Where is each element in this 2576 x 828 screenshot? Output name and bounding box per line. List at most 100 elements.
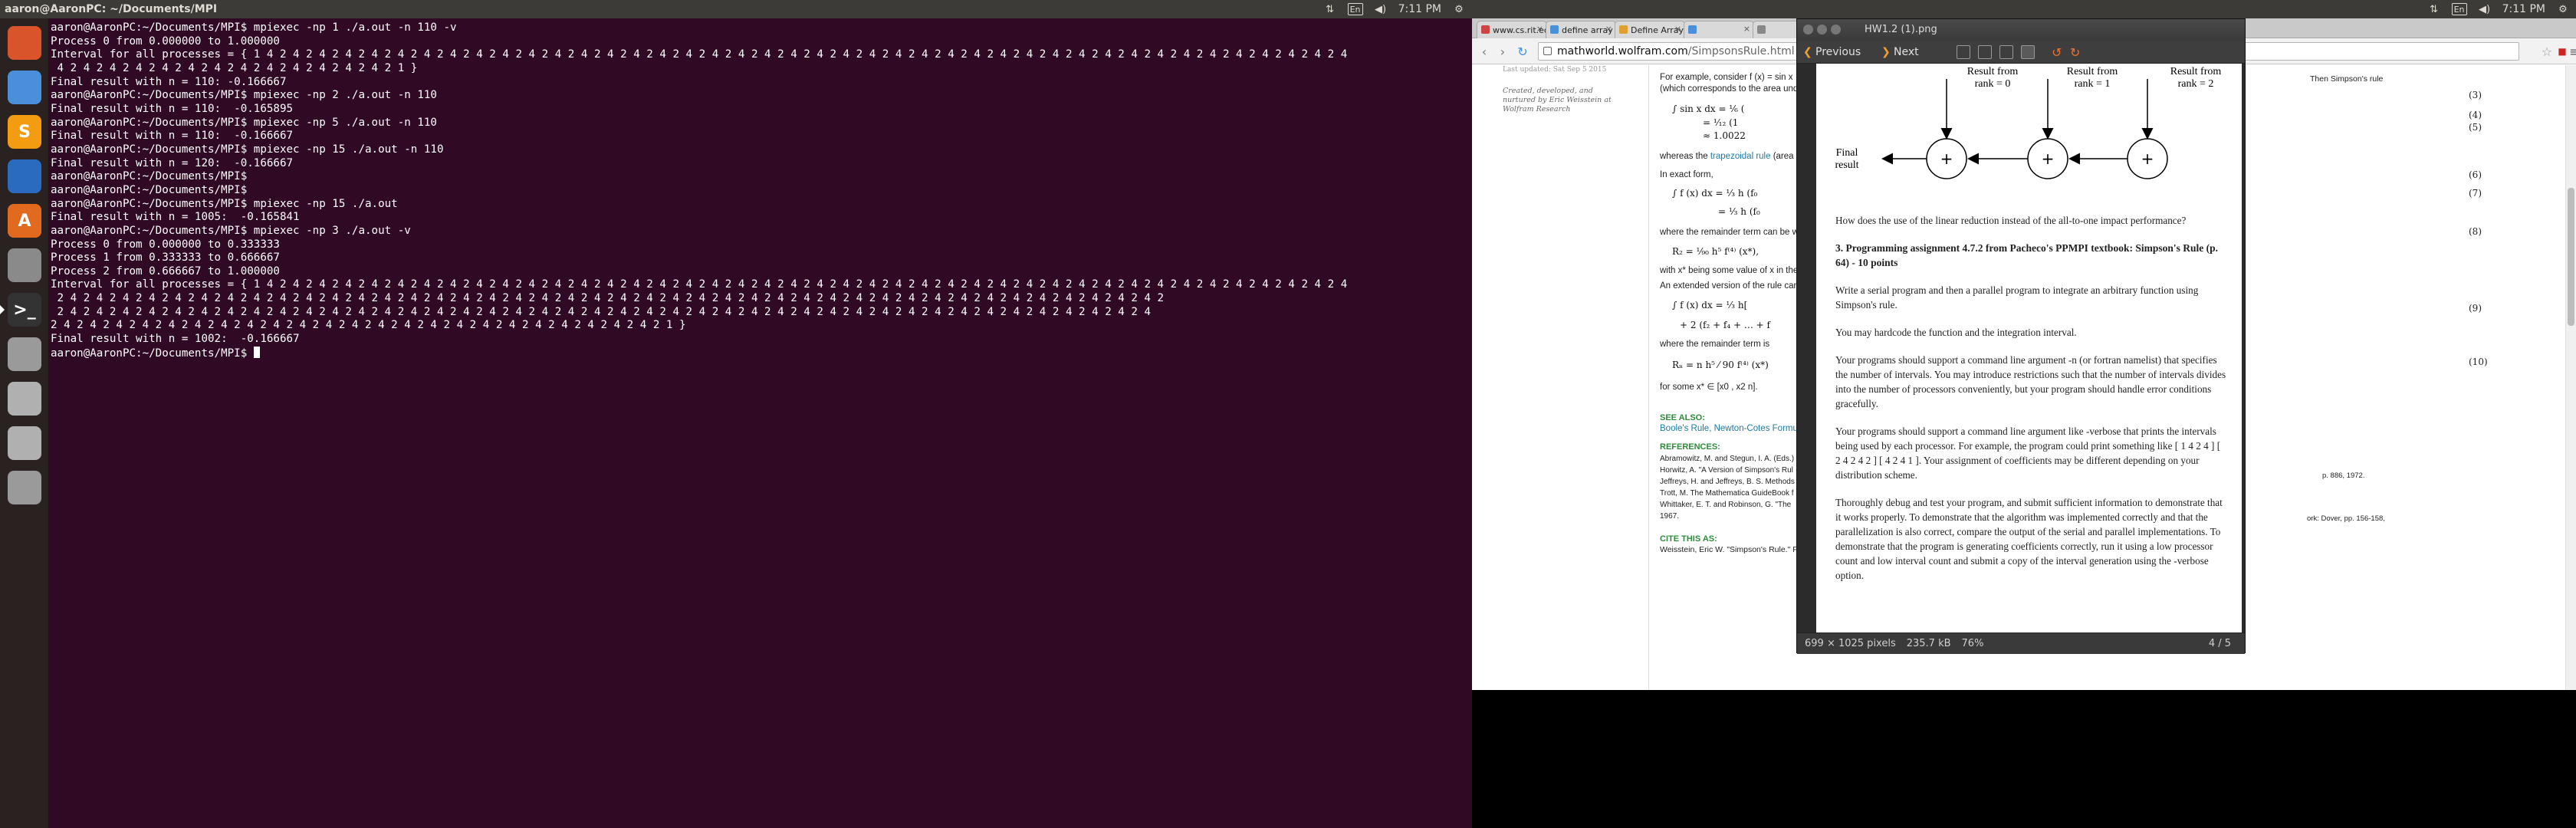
browser-tab[interactable]: × — [1684, 21, 1754, 38]
launcher-disks-icon — [8, 337, 41, 371]
launcher-software-center[interactable]: A — [5, 201, 44, 241]
minimize-icon[interactable] — [1817, 25, 1827, 34]
equation: ∫ f (x) dx = ¹⁄₃ h (f₀ — [1672, 188, 1758, 199]
previous-arrow-icon[interactable]: ❮ — [1803, 45, 1812, 59]
assignment-text: How does the use of the linear reduction… — [1835, 213, 2226, 596]
doc-heading: 3. Programming assignment 4.7.2 from Pac… — [1835, 242, 2218, 268]
launcher-dash[interactable] — [5, 23, 44, 63]
volume-icon[interactable]: ◀) — [2478, 3, 2492, 15]
launcher-software-center-icon: A — [8, 204, 41, 238]
terminal-line: 2 4 2 4 2 4 2 4 2 4 2 4 2 4 2 4 2 4 2 4 … — [51, 319, 686, 332]
rotate-left-icon[interactable]: ↺ — [2052, 45, 2062, 60]
gallery-icon[interactable] — [2021, 45, 2035, 59]
article-text: whereas the trapezoidal rule (area u — [1660, 152, 1801, 161]
scrollbar-thumb[interactable] — [2568, 188, 2574, 326]
launcher-chrome[interactable] — [5, 67, 44, 107]
close-tab-icon[interactable]: × — [1743, 24, 1750, 34]
article-text: Then Simpson's rule — [2310, 74, 2384, 84]
zoom-out-icon[interactable] — [1978, 45, 1992, 59]
viewer-titlebar[interactable]: HW1.2 (1).png — [1797, 19, 2245, 41]
equation-number: (9) — [2469, 303, 2482, 314]
launcher-terminal[interactable]: >_ — [0, 290, 44, 330]
clock[interactable]: 7:11 PM — [1398, 3, 1441, 15]
launcher-disks[interactable] — [5, 334, 44, 374]
url-host: mathworld.wolfram.com — [1557, 45, 1688, 58]
keyboard-layout-indicator[interactable]: En — [2451, 3, 2467, 15]
launcher-drive-2[interactable] — [5, 423, 44, 463]
launcher-writer[interactable] — [5, 156, 44, 196]
dual-monitor-desktop: aaron@AaronPC: ~/Documents/MPI ⇅ En ◀) 7… — [0, 0, 2576, 828]
equation-number: (3) — [2469, 90, 2482, 100]
rotate-right-icon[interactable]: ↻ — [2070, 45, 2080, 60]
next-button[interactable]: Next — [1894, 45, 1919, 59]
clock[interactable]: 7:11 PM — [2502, 3, 2545, 15]
maximize-icon[interactable] — [1831, 25, 1841, 34]
launcher-sublime[interactable]: S — [5, 112, 44, 152]
close-icon[interactable] — [1803, 25, 1813, 34]
doc-paragraph: How does the use of the linear reduction… — [1835, 215, 2187, 226]
image-canvas[interactable]: + + + Result from rank = 0 Result from ran… — [1797, 64, 2245, 632]
equation-number: (4) — [2469, 110, 2482, 120]
article-text: In exact form, — [1660, 170, 1714, 179]
page-scrollbar[interactable] — [2565, 65, 2576, 690]
gear-icon[interactable]: ⚙ — [2556, 3, 2570, 15]
terminal-line: Final result with n = 110: -0.166667 — [51, 75, 287, 88]
next-arrow-icon[interactable]: ❯ — [1881, 45, 1891, 59]
terminal-line: aaron@AaronPC:~/Documents/MPI$ mpiexec -… — [51, 197, 398, 210]
launcher-terminal-icon: >_ — [8, 293, 41, 327]
keyboard-layout-indicator[interactable]: En — [1347, 3, 1363, 15]
terminal-line: 2 4 2 4 2 4 2 4 2 4 2 4 2 4 2 4 2 4 2 4 … — [51, 292, 1165, 305]
gear-icon[interactable]: ⚙ — [1452, 3, 1466, 15]
viewer-title: HW1.2 (1).png — [1865, 24, 1937, 35]
trapezoidal-rule-link[interactable]: trapezoidal rule — [1710, 152, 1771, 161]
terminal-line: Process 0 from 0.000000 to 0.333333 — [51, 238, 280, 251]
equation: ∫ f (x) dx = ¹⁄₃ h[ — [1672, 300, 1748, 310]
terminal-cursor — [253, 346, 260, 358]
close-tab-icon[interactable]: × — [1605, 24, 1612, 34]
diagram-label-rank2: Result from rank = 2 — [2170, 66, 2222, 90]
terminal-window[interactable]: aaron@AaronPC:~/Documents/MPI$ mpiexec -… — [49, 18, 1472, 828]
terminal-line: aaron@AaronPC:~/Documents/MPI$ mpiexec -… — [51, 224, 411, 237]
equation: ∫ sin x dx = ¹⁄₆ ( — [1672, 104, 1745, 114]
diagram-label-final: Final result — [1835, 147, 1858, 171]
bookmark-star-icon[interactable]: ☆ — [2539, 44, 2555, 59]
back-icon[interactable]: ‹ — [1477, 44, 1492, 59]
zoom-in-icon[interactable] — [1957, 45, 1970, 59]
browser-tab[interactable]: Define Array × — [1615, 21, 1685, 38]
terminal-line: Interval for all processes = { 1 4 2 4 2… — [51, 48, 1348, 61]
favicon-icon — [1619, 25, 1628, 34]
menu-icon[interactable]: ≡ — [2567, 44, 2576, 59]
browser-tab[interactable]: www.cs.rit.ed × — [1477, 21, 1547, 38]
terminal-output[interactable]: aaron@AaronPC:~/Documents/MPI$ mpiexec -… — [51, 21, 1347, 360]
launcher-settings[interactable] — [5, 245, 44, 285]
see-also-heading: SEE ALSO: — [1660, 413, 1705, 422]
forward-icon[interactable]: › — [1495, 44, 1510, 59]
page-counter: 4 / 5 — [2208, 638, 2231, 649]
page-info-icon[interactable] — [1543, 47, 1552, 55]
terminal-line: aaron@AaronPC:~/Documents/MPI$ — [51, 183, 248, 196]
launcher-trash[interactable] — [5, 468, 44, 508]
launcher-drive-1[interactable] — [5, 379, 44, 419]
terminal-line: Final result with n = 1005: -0.165841 — [51, 211, 300, 224]
close-tab-icon[interactable]: × — [1536, 24, 1543, 34]
equation-number: (5) — [2469, 122, 2482, 133]
fit-icon[interactable] — [1999, 45, 2013, 59]
browser-tab[interactable]: define array × — [1546, 21, 1616, 38]
references-heading: REFERENCES: — [1660, 442, 1720, 452]
volume-icon[interactable]: ◀) — [1374, 3, 1388, 15]
terminal-line: aaron@AaronPC:~/Documents/MPI$ mpiexec -… — [51, 89, 437, 102]
viewer-statusbar: 699 × 1025 pixels 235.7 kB 76% 4 / 5 — [1797, 632, 2245, 654]
reload-icon[interactable]: ↻ — [1515, 44, 1530, 59]
see-also-links[interactable]: Boole's Rule, Newton-Cotes Formul — [1660, 424, 1799, 433]
equation: Rₙ = n h⁵ ⁄ 90 f⁽⁴⁾ (x*) — [1672, 360, 1769, 370]
close-tab-icon[interactable]: × — [1674, 24, 1681, 34]
image-dimensions: 699 × 1025 pixels — [1805, 638, 1896, 649]
terminal-line: aaron@AaronPC:~/Documents/MPI$ mpiexec -… — [51, 116, 437, 129]
previous-button[interactable]: Previous — [1815, 45, 1861, 59]
network-icon[interactable]: ⇅ — [2427, 3, 2441, 15]
launcher-settings-icon — [8, 248, 41, 282]
terminal-line: 4 2 4 2 4 2 4 2 4 2 4 2 4 2 4 2 4 2 4 2 … — [51, 61, 418, 74]
launcher-drive-2-icon — [8, 426, 41, 460]
terminal-line: aaron@AaronPC:~/Documents/MPI$ mpiexec -… — [51, 143, 444, 156]
network-icon[interactable]: ⇅ — [1323, 3, 1337, 15]
